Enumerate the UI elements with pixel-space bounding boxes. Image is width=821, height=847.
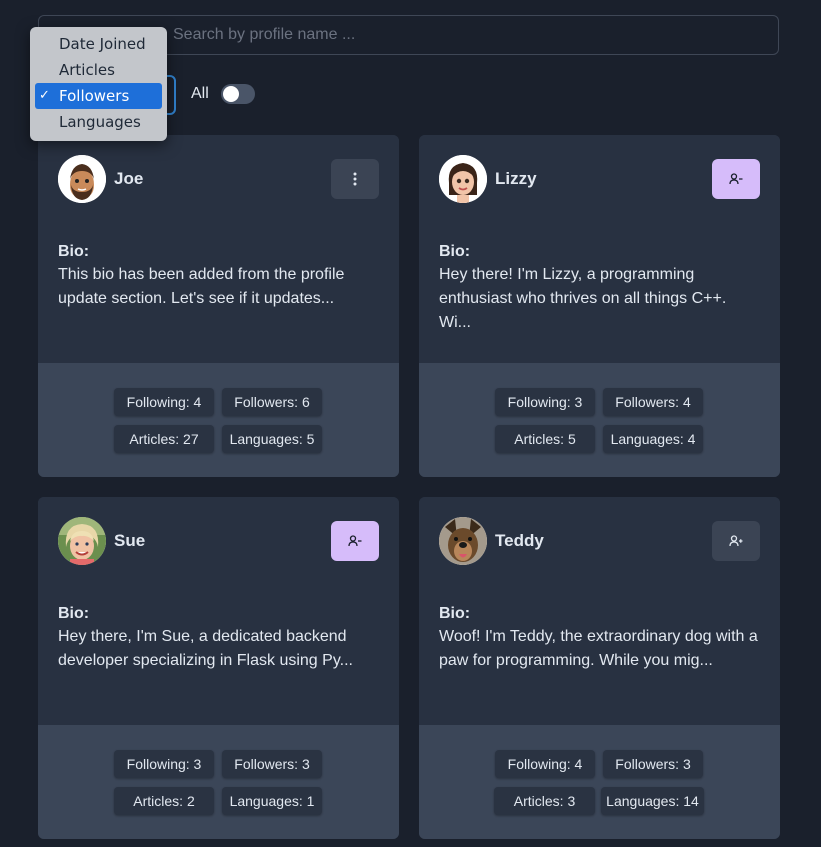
- sort-option-languages[interactable]: Languages: [35, 109, 162, 135]
- all-toggle-group: All: [191, 84, 255, 104]
- following-badge: Following: 4: [114, 388, 214, 416]
- user-minus-icon: [729, 173, 743, 185]
- profile-name[interactable]: Teddy: [495, 531, 544, 551]
- search-input[interactable]: [173, 16, 778, 54]
- profile-name[interactable]: Lizzy: [495, 169, 537, 189]
- profiles-page: All Joe Bio: This bio has been added fro…: [0, 0, 821, 847]
- articles-badge: Articles: 2: [114, 787, 214, 815]
- profile-card-joe: Joe Bio: This bio has been added from th…: [38, 135, 399, 477]
- sort-option-label: Followers: [59, 87, 130, 105]
- profile-card-sue: Sue Bio: Hey there, I'm Sue, a dedicated…: [38, 497, 399, 839]
- bio-text: Hey there! I'm Lizzy, a programming enth…: [439, 266, 727, 331]
- articles-badge: Articles: 3: [494, 787, 595, 815]
- follow-button[interactable]: [712, 521, 760, 561]
- profile-card-teddy: Teddy Bio: Woof! I'm Teddy, the extraord…: [419, 497, 780, 839]
- sort-option-followers[interactable]: ✓ Followers: [35, 83, 162, 109]
- user-minus-icon: [348, 535, 362, 547]
- card-stats-footer: [38, 363, 399, 477]
- following-badge: Following: 3: [495, 388, 595, 416]
- toggle-knob: [222, 86, 239, 102]
- avatar[interactable]: [439, 517, 487, 565]
- bio-label: Bio:: [58, 243, 90, 260]
- languages-badge: Languages: 5: [222, 425, 322, 453]
- sort-option-date-joined[interactable]: Date Joined: [35, 31, 162, 57]
- followers-badge: Followers: 3: [603, 750, 703, 778]
- following-badge: Following: 4: [495, 750, 595, 778]
- bio-text: This bio has been added from the profile…: [58, 266, 345, 307]
- languages-badge: Languages: 1: [222, 787, 322, 815]
- languages-badge: Languages: 14: [601, 787, 704, 815]
- languages-badge: Languages: 4: [603, 425, 703, 453]
- profile-card-lizzy: Lizzy Bio: Hey there! I'm Lizzy, a progr…: [419, 135, 780, 477]
- unfollow-button[interactable]: [331, 521, 379, 561]
- bio-text: Woof! I'm Teddy, the extraordinary dog w…: [439, 628, 758, 669]
- unfollow-button[interactable]: [712, 159, 760, 199]
- all-toggle[interactable]: [220, 84, 255, 104]
- followers-badge: Followers: 6: [222, 388, 322, 416]
- following-badge: Following: 3: [114, 750, 214, 778]
- card-stats-footer: [38, 725, 399, 839]
- card-stats-footer: [419, 363, 780, 477]
- articles-badge: Articles: 5: [495, 425, 595, 453]
- user-plus-icon: [729, 535, 743, 547]
- profile-menu-button[interactable]: [331, 159, 379, 199]
- kebab-menu-icon: [353, 172, 357, 186]
- bio-label: Bio:: [439, 243, 471, 260]
- checkmark-icon: ✓: [39, 88, 50, 103]
- avatar[interactable]: [439, 155, 487, 203]
- articles-badge: Articles: 27: [114, 425, 214, 453]
- all-toggle-label: All: [191, 85, 209, 102]
- followers-badge: Followers: 4: [603, 388, 703, 416]
- bio-text: Hey there, I'm Sue, a dedicated backend …: [58, 628, 353, 669]
- profile-name[interactable]: Joe: [114, 169, 143, 189]
- sort-dropdown-menu: Date Joined Articles ✓ Followers Language…: [30, 27, 167, 141]
- profile-name[interactable]: Sue: [114, 531, 145, 551]
- avatar[interactable]: [58, 517, 106, 565]
- bio-label: Bio:: [439, 605, 471, 622]
- avatar[interactable]: [58, 155, 106, 203]
- card-stats-footer: [419, 725, 780, 839]
- sort-option-articles[interactable]: Articles: [35, 57, 162, 83]
- followers-badge: Followers: 3: [222, 750, 322, 778]
- bio-label: Bio:: [58, 605, 90, 622]
